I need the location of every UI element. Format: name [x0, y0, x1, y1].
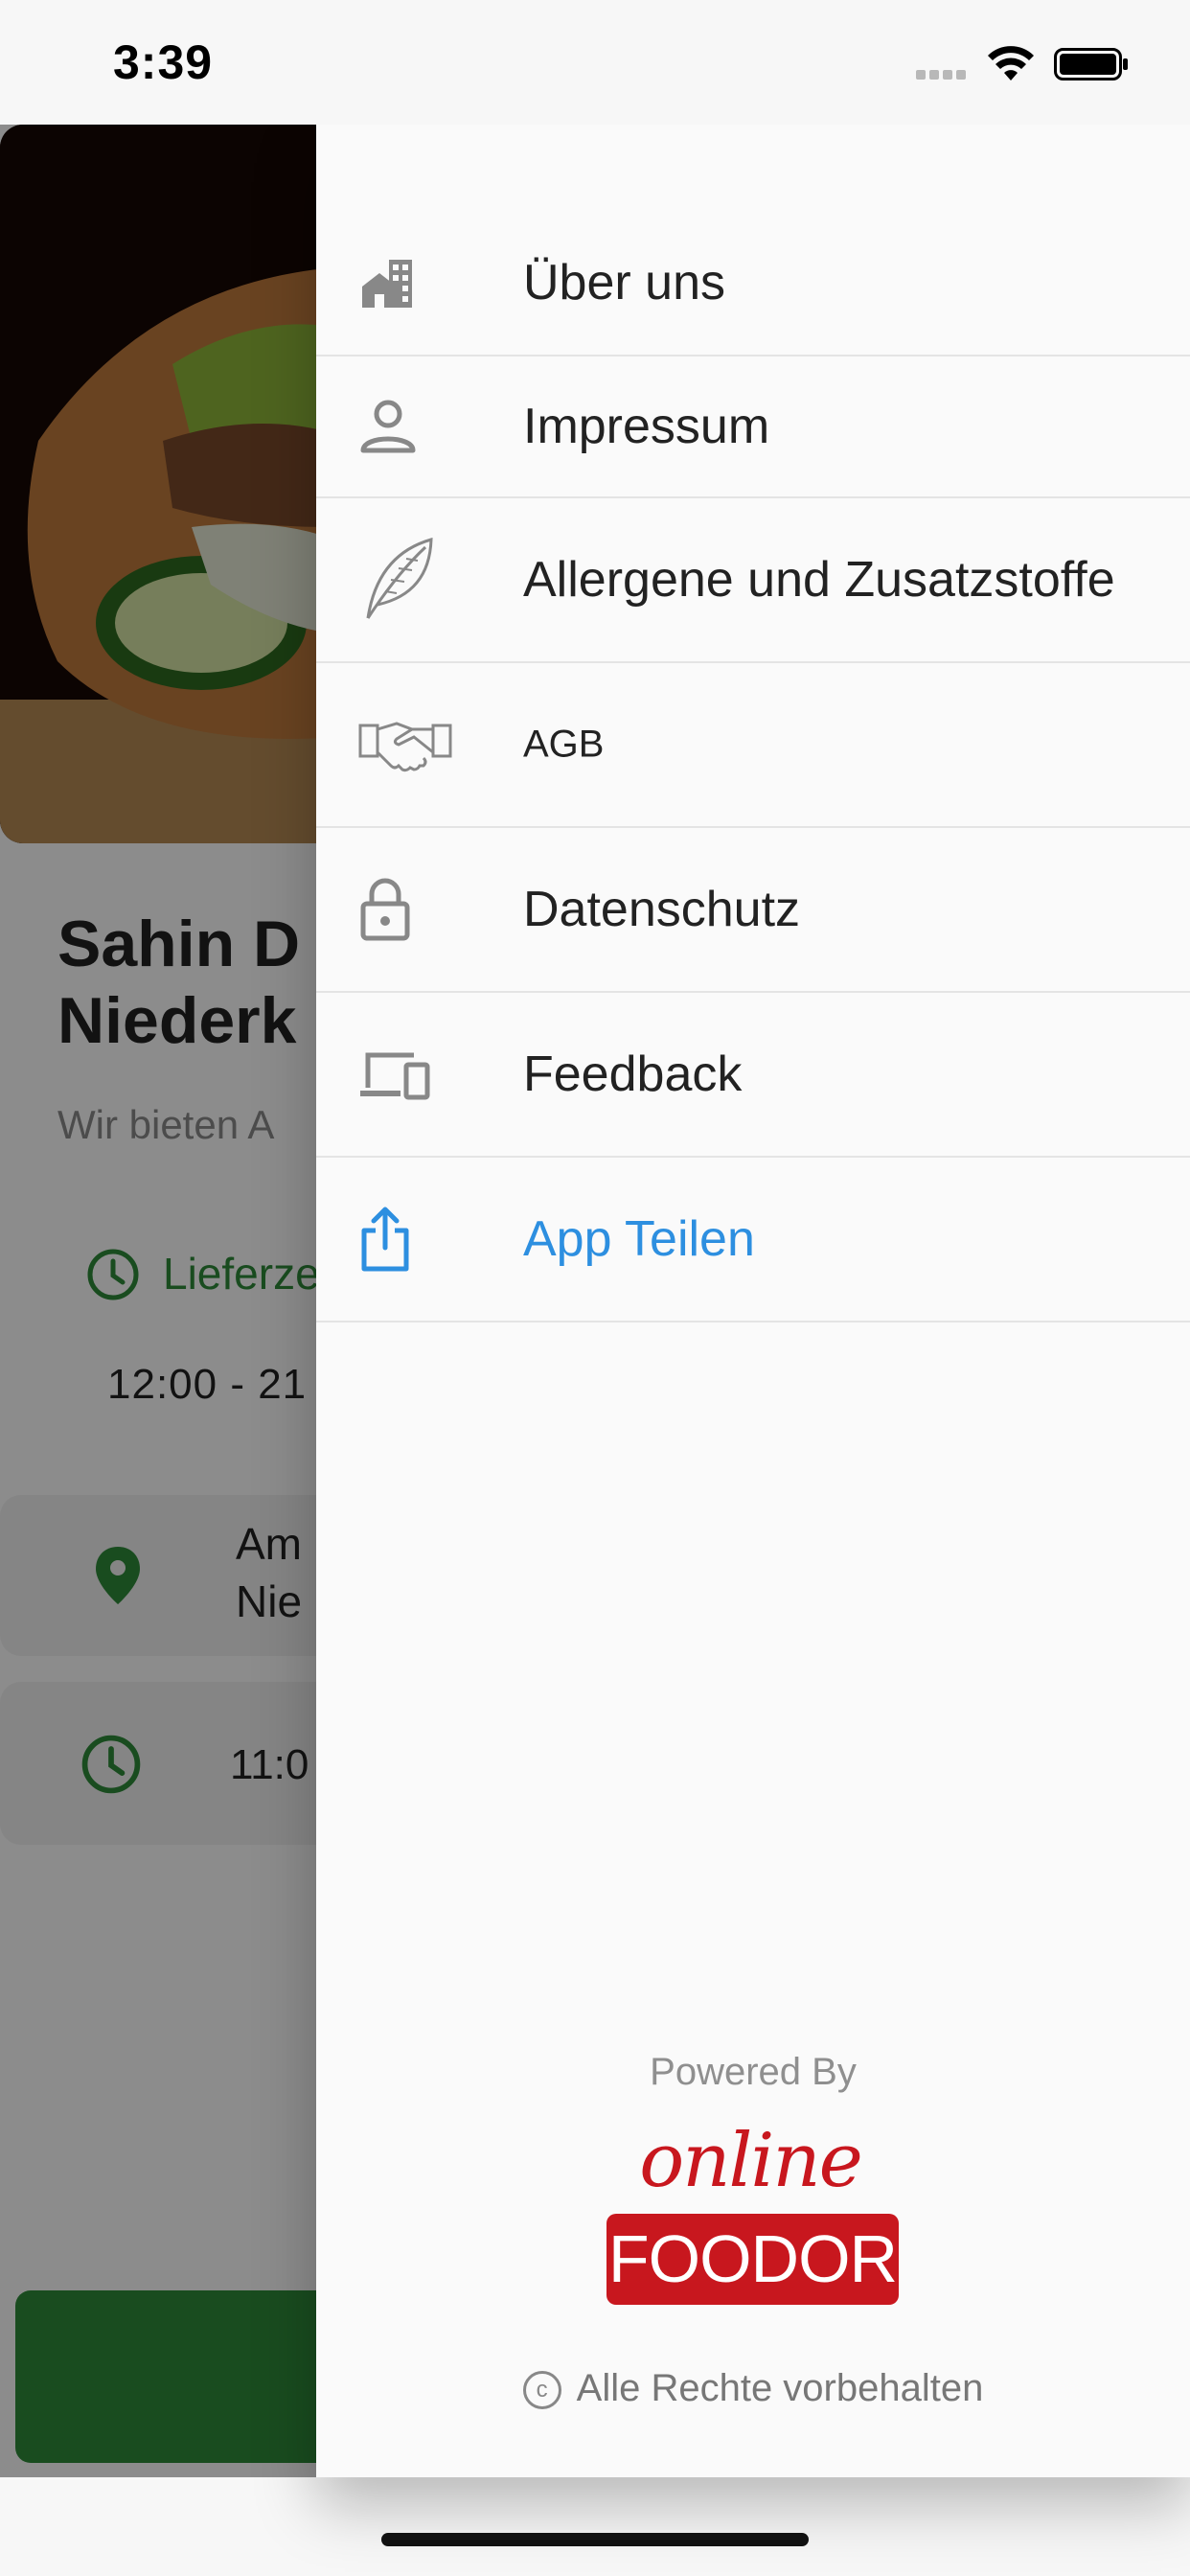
handshake-icon	[358, 706, 454, 783]
menu-label: Datenschutz	[523, 882, 801, 937]
menu-item-allergene[interactable]: Allergene und Zusatzstoffe	[316, 498, 1190, 663]
leaf-icon	[358, 537, 454, 619]
menu-item-datenschutz[interactable]: Datenschutz	[316, 828, 1190, 993]
menu-item-app-teilen[interactable]: App Teilen	[316, 1158, 1190, 1322]
menu-label: Feedback	[523, 1046, 743, 1102]
side-drawer: Über uns Impressum Allergene und Zusatzs…	[316, 125, 1190, 2477]
devices-icon	[358, 1036, 454, 1113]
person-icon	[358, 388, 454, 465]
powered-by-label: Powered By	[650, 2051, 857, 2093]
lock-icon	[358, 871, 454, 948]
copyright-text: Alle Rechte vorbehalten	[576, 2367, 984, 2409]
menu-label: Allergene und Zusatzstoffe	[523, 552, 1115, 608]
building-icon	[358, 244, 454, 321]
drawer-menu: Über uns Impressum Allergene und Zusatzs…	[316, 211, 1190, 1322]
wifi-icon	[988, 46, 1034, 80]
copyright-icon: c	[522, 2371, 561, 2410]
menu-item-feedback[interactable]: Feedback	[316, 993, 1190, 1158]
menu-label: Impressum	[523, 399, 770, 454]
menu-item-ueber-uns[interactable]: Über uns	[316, 211, 1190, 356]
cellular-signal-icon	[916, 67, 973, 80]
menu-label: Über uns	[523, 255, 725, 310]
logo-box-text: FOODOR	[606, 2214, 899, 2305]
menu-label: AGB	[523, 723, 605, 766]
menu-label: App Teilen	[523, 1211, 755, 1267]
battery-icon	[1054, 48, 1128, 80]
status-bar: 3:39	[0, 0, 1190, 125]
menu-item-agb[interactable]: AGB	[316, 663, 1190, 828]
status-time: 3:39	[113, 35, 214, 89]
logo-script-text: online	[639, 2118, 862, 2204]
menu-item-impressum[interactable]: Impressum	[316, 356, 1190, 498]
copyright-notice: c Alle Rechte vorbehalten	[316, 2367, 1190, 2410]
home-indicator[interactable]	[381, 2533, 809, 2546]
onlinefoodor-logo[interactable]: online FOODOR	[606, 2118, 899, 2310]
share-icon	[358, 1201, 454, 1277]
